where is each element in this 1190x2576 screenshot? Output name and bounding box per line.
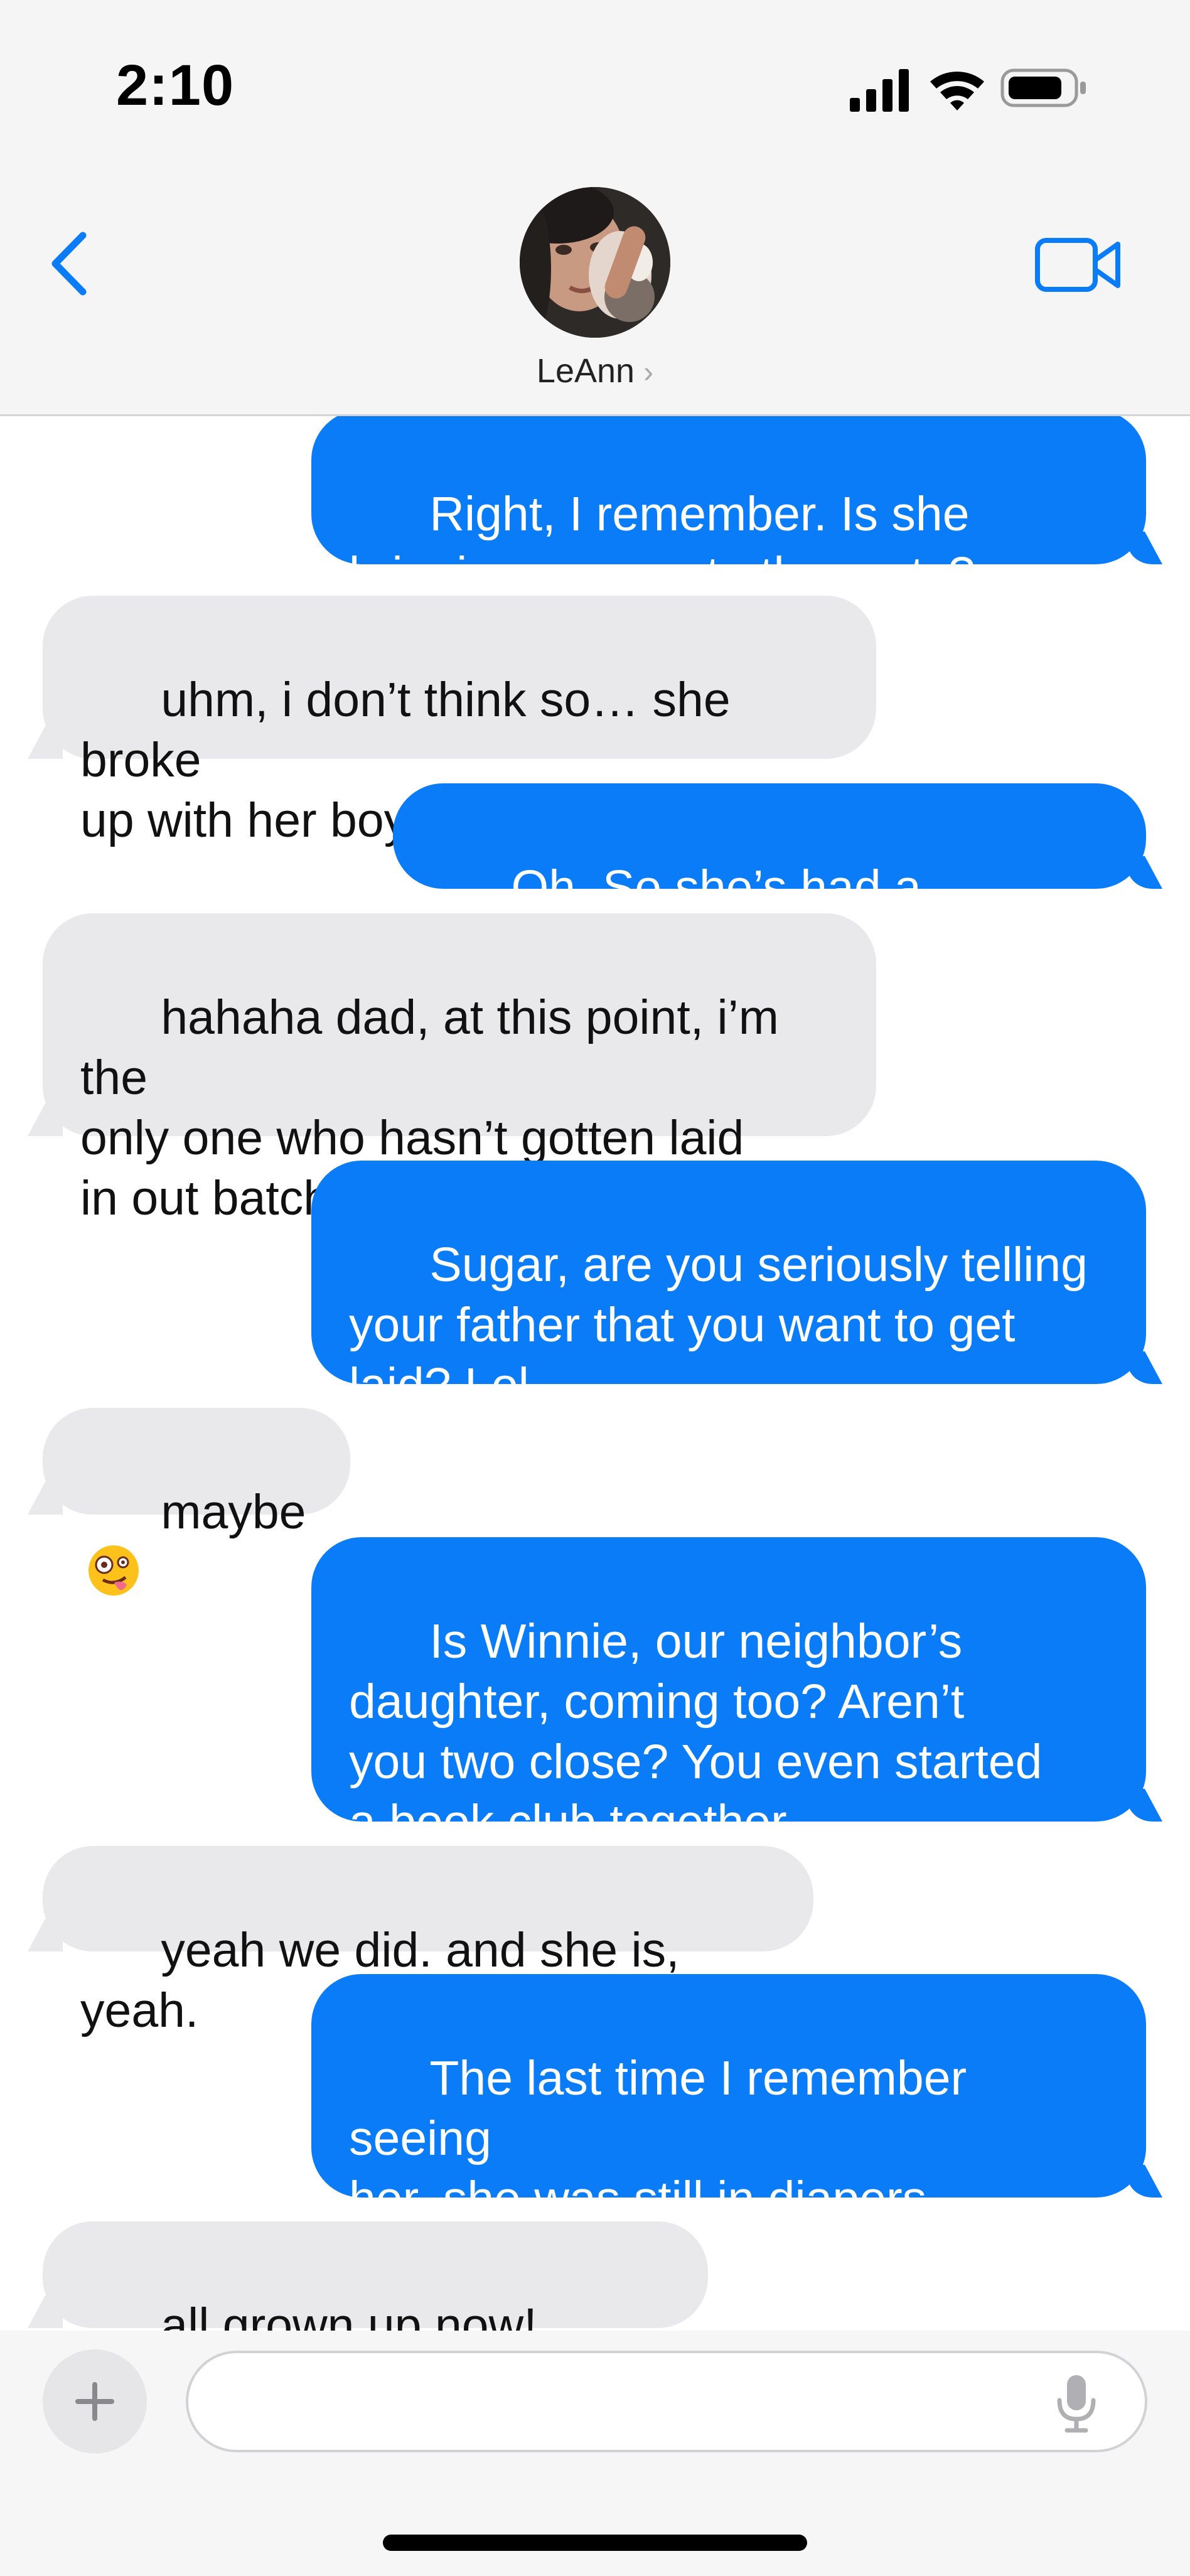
message-bubble-received[interactable]: hahaha dad, at this point, i’m the only …: [43, 913, 876, 1225]
chevron-right-icon: ›: [643, 356, 654, 389]
plus-button[interactable]: [43, 2349, 147, 2454]
battery-icon: [1000, 68, 1086, 107]
message-bubble-sent[interactable]: Right, I remember. Is she bringing anyon…: [311, 416, 1146, 601]
message-input[interactable]: [186, 2351, 1147, 2452]
avatar-photo: [520, 187, 670, 338]
cellular-signal-icon: [850, 69, 909, 112]
messages-screen: 2:10 LeAnn › Right, I remember. Is she b…: [0, 0, 1190, 2576]
home-indicator[interactable]: [383, 2535, 807, 2551]
contact-name: LeAnn: [536, 352, 635, 390]
back-button[interactable]: [44, 229, 94, 298]
message-bubble-sent[interactable]: The last time I remember seeing her, she…: [311, 1974, 1146, 2286]
message-text: all grown up now! hahaha: [161, 2299, 537, 2331]
message-text: Is Winnie, our neighbor’s daughter, comi…: [349, 1614, 1043, 1849]
plus-icon: [75, 2382, 114, 2421]
message-bubble-received[interactable]: uhm, i don’t think so… she broke up with…: [43, 596, 876, 847]
zany-face-emoji-icon: [88, 1545, 139, 1596]
message-bubble-sent[interactable]: Oh. So she’s had a boyfriend.: [393, 783, 1146, 975]
contact-name-button[interactable]: LeAnn ›: [0, 352, 1190, 390]
message-bubble-received[interactable]: yeah we did. and she is, yeah.: [43, 1846, 813, 2037]
message-text: Right, I remember. Is she bringing anyon…: [349, 487, 975, 601]
contact-avatar[interactable]: [520, 187, 670, 338]
video-camera-icon[interactable]: [1034, 235, 1122, 294]
message-text: maybe: [161, 1485, 306, 1539]
message-text: Sugar, are you seriously telling your fa…: [349, 1238, 1088, 1412]
wifi-icon: [930, 72, 984, 110]
message-list[interactable]: Right, I remember. Is she bringing anyon…: [0, 416, 1190, 2331]
status-time: 2:10: [116, 53, 235, 117]
message-bubble-received[interactable]: maybe: [43, 1408, 350, 1596]
message-bubble-sent[interactable]: Sugar, are you seriously telling your fa…: [311, 1161, 1146, 1412]
message-bubble-received[interactable]: all grown up now! hahaha: [43, 2221, 708, 2331]
microphone-icon[interactable]: [1054, 2373, 1098, 2433]
message-bubble-sent[interactable]: Is Winnie, our neighbor’s daughter, comi…: [311, 1537, 1146, 1849]
navigation-header: 2:10 LeAnn ›: [0, 0, 1190, 416]
